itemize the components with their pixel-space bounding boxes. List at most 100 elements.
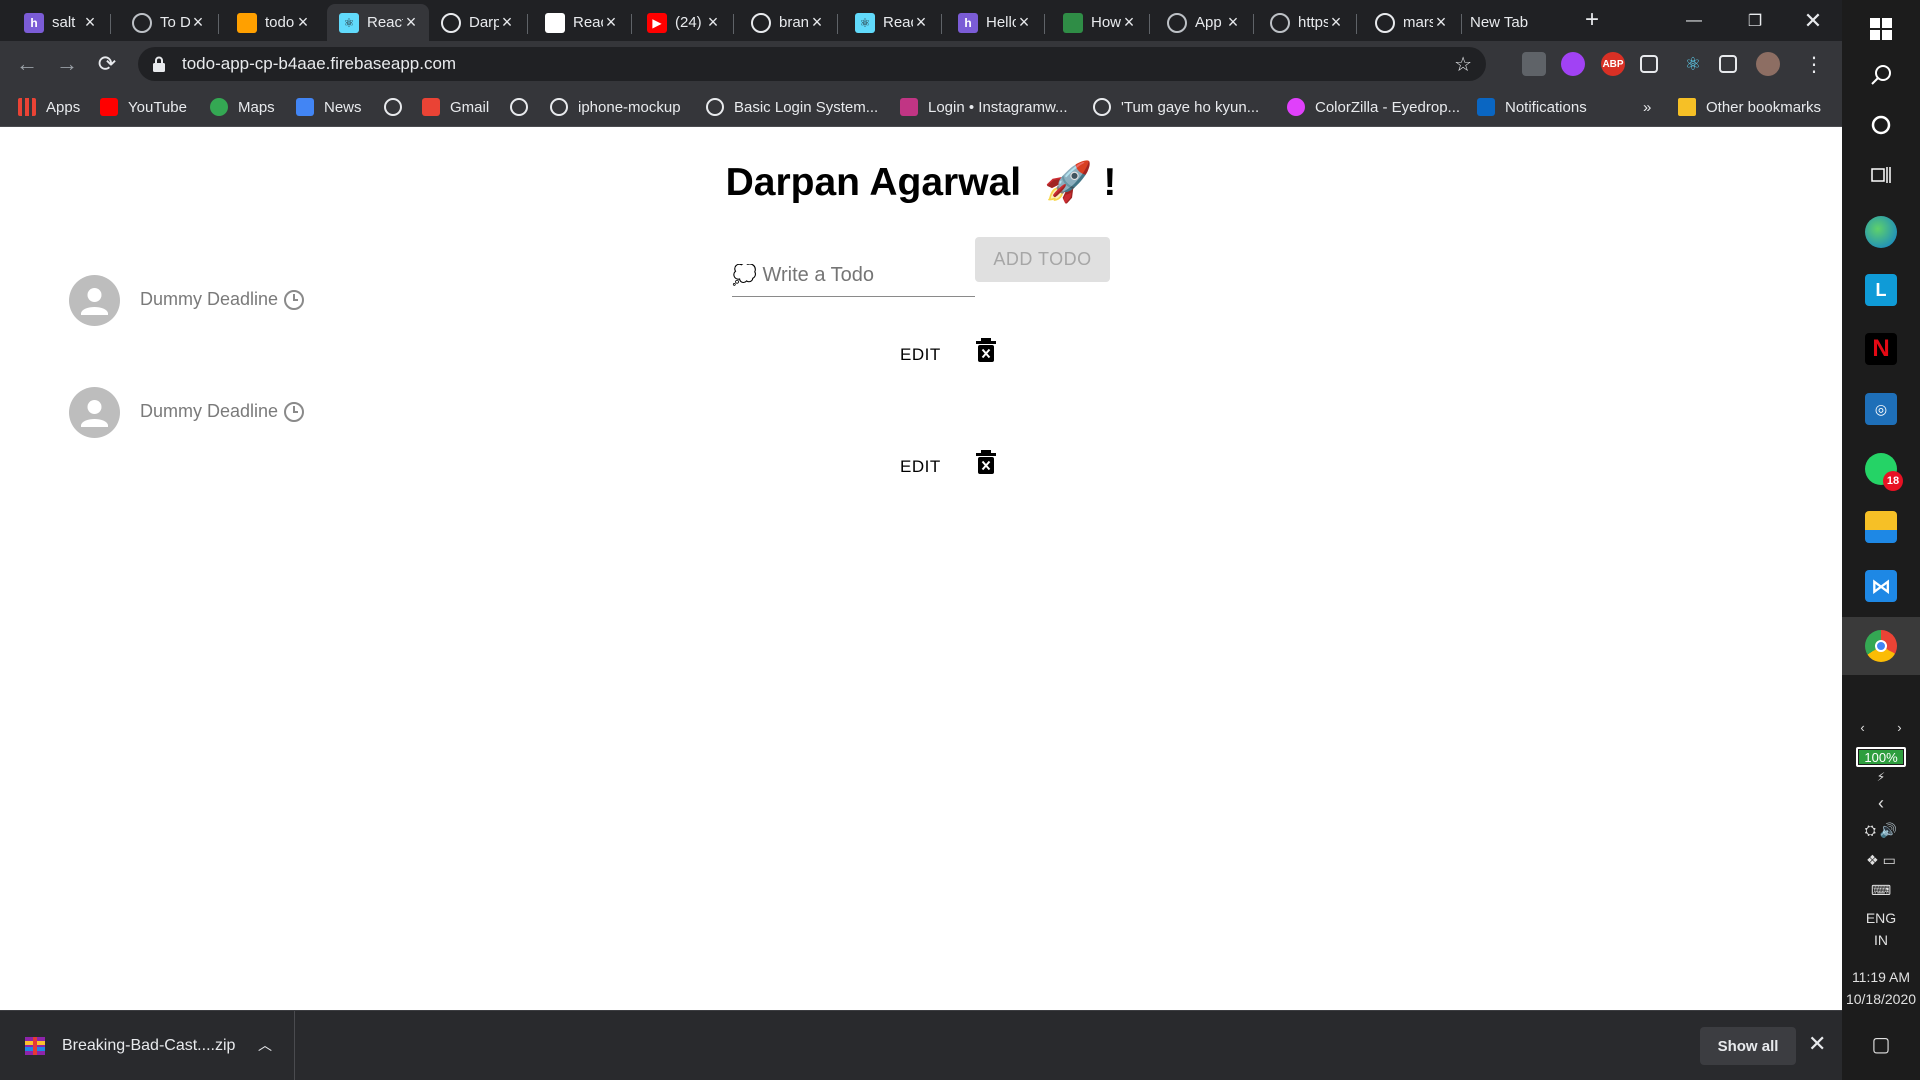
bookmark-star-icon[interactable]: ☆ — [1454, 52, 1472, 77]
taskbar-file-explorer[interactable] — [1842, 498, 1920, 556]
bookmark-item[interactable]: ColorZilla - Eyedrop... — [1287, 95, 1460, 119]
bookmark-item[interactable] — [384, 95, 412, 119]
taskbar-netflix[interactable]: N — [1842, 320, 1920, 378]
browser-tab[interactable]: mars/cr× — [1363, 4, 1459, 41]
bookmark-item[interactable]: Login • Instagramw... — [900, 95, 1068, 119]
tab-close-icon[interactable]: × — [403, 12, 419, 33]
tab-close-icon[interactable]: × — [1328, 12, 1344, 33]
chevron-left-icon[interactable]: ‹ — [1842, 793, 1920, 814]
browser-tab[interactable]: New Tab — [1458, 4, 1568, 41]
bookmark-item[interactable]: Gmail — [422, 95, 489, 119]
download-shelf: Breaking-Bad-Cast....zip ︿ Show all ✕ — [0, 1010, 1842, 1080]
clock-date[interactable]: 10/18/2020 — [1842, 991, 1920, 1007]
browser-tab[interactable]: h Hello× — [946, 4, 1042, 41]
close-download-shelf-icon[interactable]: ✕ — [1808, 1031, 1826, 1057]
tab-title: App — [1195, 14, 1222, 31]
keyboard-icon[interactable]: ⌨ — [1842, 882, 1920, 899]
tab-separator — [218, 14, 219, 34]
bookmarks-overflow-button[interactable]: » — [1643, 95, 1651, 119]
tab-close-icon[interactable]: × — [1016, 12, 1032, 33]
taskbar-instagram[interactable]: ◎ — [1842, 380, 1920, 438]
windows-taskbar: L N ◎ 18 ⋈ ‹ › 100% ⚡ ‹ ⛭ 🔊 ❖ ▭ ⌨ ENG IN… — [1842, 0, 1920, 1080]
edge-icon — [1865, 216, 1897, 248]
minimize-button[interactable]: — — [1671, 0, 1717, 41]
other-bookmarks-folder[interactable]: Other bookmarks — [1678, 95, 1821, 119]
tab-close-icon[interactable]: × — [913, 12, 929, 33]
download-item[interactable]: Breaking-Bad-Cast....zip — [0, 1011, 295, 1080]
tab-close-icon[interactable]: × — [603, 12, 619, 33]
taskbar-chrome[interactable] — [1842, 617, 1920, 675]
extensions-puzzle-icon[interactable] — [1719, 55, 1737, 73]
back-button[interactable]: ← — [12, 49, 42, 79]
task-view-button[interactable] — [1842, 146, 1920, 204]
tab-close-icon[interactable]: × — [809, 12, 825, 33]
battery-indicator[interactable]: 100% — [1856, 747, 1906, 767]
globe-icon — [1167, 12, 1187, 33]
tray-icons-row-1[interactable]: ⛭ 🔊 — [1842, 822, 1920, 839]
sync-ext-icon[interactable] — [1561, 52, 1585, 76]
forward-button[interactable]: → — [52, 49, 82, 79]
action-center-icon[interactable]: ▢ — [1842, 1032, 1920, 1057]
taskbar-edge[interactable] — [1842, 203, 1920, 261]
geeksforgeeks-icon — [1063, 12, 1083, 33]
delete-icon[interactable] — [975, 337, 997, 363]
browser-tab[interactable]: ▶ (24) × — [635, 4, 731, 41]
language-line1[interactable]: ENG — [1842, 910, 1920, 926]
taskbar-vscode[interactable]: ⋈ — [1842, 557, 1920, 615]
bookmark-item[interactable] — [510, 95, 538, 119]
bookmark-label: ColorZilla - Eyedrop... — [1315, 98, 1461, 116]
bookmark-item[interactable]: 'Tum gaye ho kyun... — [1093, 95, 1259, 119]
tab-close-icon[interactable]: × — [295, 12, 311, 33]
new-tab-button[interactable]: + — [1578, 6, 1606, 34]
address-bar[interactable]: todo-app-cp-b4aae.firebaseapp.com ☆ — [138, 47, 1486, 81]
language-line2[interactable]: IN — [1842, 932, 1920, 948]
tray-icons-row-2[interactable]: ❖ ▭ — [1842, 852, 1920, 869]
edit-todo-button[interactable]: EDIT — [900, 457, 941, 477]
browser-tab[interactable]: h salt × — [12, 4, 108, 41]
puzzle-ext-icon[interactable] — [1522, 52, 1546, 76]
bookmark-item[interactable]: YouTube — [100, 95, 187, 119]
browser-tab[interactable]: ⚛ React× — [843, 4, 939, 41]
hashnode-icon: h — [958, 12, 978, 33]
linkedin-icon — [1477, 98, 1495, 116]
browser-tab[interactable]: ⚛ React× — [327, 4, 429, 41]
tab-close-icon[interactable]: × — [1225, 12, 1241, 33]
restore-button[interactable]: ❐ — [1732, 0, 1778, 41]
chevron-up-icon[interactable]: ︿ — [258, 1035, 272, 1055]
tab-title: salt — [52, 14, 76, 31]
bookmark-item[interactable]: Apps — [18, 95, 80, 119]
bookmark-item[interactable]: Basic Login System... — [706, 95, 878, 119]
browser-tab[interactable]: React× — [533, 4, 629, 41]
browser-tab[interactable]: todo × — [225, 4, 321, 41]
taskbar-whatsapp[interactable]: 18 — [1842, 440, 1920, 498]
delete-icon[interactable] — [975, 449, 997, 475]
tab-close-icon[interactable]: × — [705, 12, 721, 33]
eyedropper-ext-icon[interactable] — [1640, 55, 1658, 73]
browser-tab[interactable]: To Do× — [120, 4, 216, 41]
reload-button[interactable]: ⟳ — [92, 49, 122, 79]
bookmark-item[interactable]: Maps — [210, 95, 275, 119]
profile-avatar-icon[interactable] — [1756, 52, 1780, 76]
tab-close-icon[interactable]: × — [1433, 12, 1449, 33]
tab-close-icon[interactable]: × — [1121, 12, 1137, 33]
tab-close-icon[interactable]: × — [190, 12, 206, 33]
browser-tab[interactable]: https://× — [1258, 4, 1354, 41]
bookmark-item[interactable]: iphone-mockup — [550, 95, 681, 119]
show-all-downloads-button[interactable]: Show all — [1700, 1027, 1796, 1065]
browser-tab[interactable]: Darpan× — [429, 4, 525, 41]
tab-close-icon[interactable]: × — [499, 12, 515, 33]
taskbar-scroll-arrows[interactable]: ‹ › — [1842, 720, 1920, 735]
bookmark-item[interactable]: Notifications — [1477, 95, 1587, 119]
window-close-button[interactable]: ✕ — [1790, 0, 1836, 41]
taskbar-lync[interactable]: L — [1842, 261, 1920, 319]
browser-tab[interactable]: App × — [1155, 4, 1251, 41]
react-devtools-icon[interactable]: ⚛ — [1681, 52, 1705, 76]
browser-tab[interactable]: brand× — [739, 4, 835, 41]
chrome-menu-icon[interactable]: ⋮ — [1799, 49, 1829, 79]
edit-todo-button[interactable]: EDIT — [900, 345, 941, 365]
browser-tab[interactable]: How × — [1051, 4, 1147, 41]
bookmark-item[interactable]: News — [296, 95, 362, 119]
tab-close-icon[interactable]: × — [82, 12, 98, 33]
adblock-plus-icon[interactable]: ABP — [1601, 52, 1625, 76]
clock-time[interactable]: 11:19 AM — [1842, 969, 1920, 985]
